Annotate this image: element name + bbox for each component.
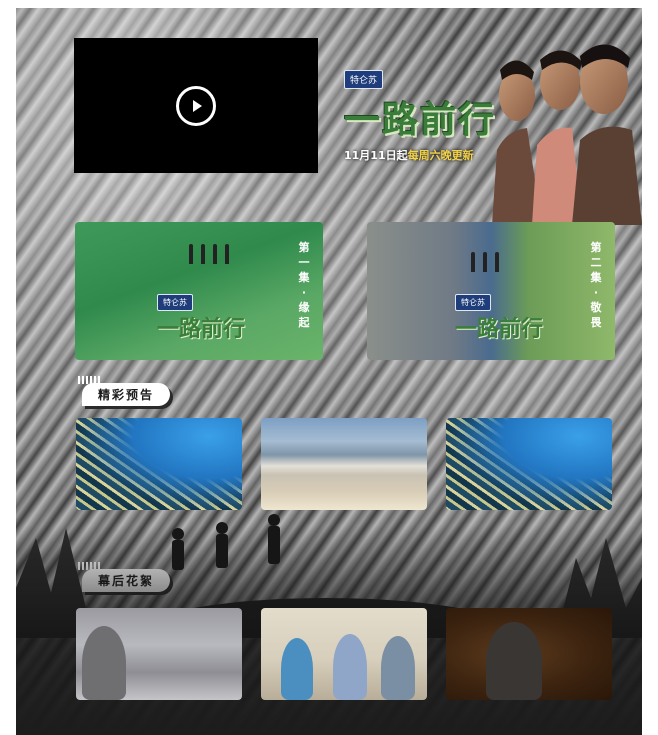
update-schedule: 11月11日起每周六晚更新: [344, 147, 496, 163]
cast-photo: [492, 44, 642, 225]
play-icon: [193, 99, 202, 112]
behind-scenes-section-label: 幕后花絮: [78, 562, 171, 592]
episode-title: 第一集·缘起: [298, 241, 310, 329]
decor-dots: [78, 562, 100, 570]
behind-thumbnail-1[interactable]: [76, 608, 242, 700]
hikers-illustration: [467, 252, 503, 276]
episode-show-title: 一路前行: [157, 317, 246, 342]
brand-badge: 特仑苏: [455, 294, 491, 311]
hikers-illustration: [185, 244, 233, 268]
episode-title: 第二集·敬畏: [590, 241, 602, 329]
episode-card-1[interactable]: 特仑苏 一路前行 第一集·缘起: [75, 222, 323, 360]
promo-page: 特仑苏 一路前行 11月11日起每周六晚更新 特仑苏 一路前行 第一集·缘起 特…: [16, 8, 642, 735]
trailers-section-label: 精彩预告: [78, 376, 171, 406]
update-frequency: 每周六晚更新: [407, 149, 474, 162]
trailer-thumbnail-2[interactable]: [261, 418, 427, 510]
play-button[interactable]: [176, 85, 216, 126]
episode-card-2[interactable]: 特仑苏 一路前行 第二集·敬畏: [367, 222, 615, 360]
trailers-heading: 精彩预告: [82, 382, 171, 406]
brand-badge: 特仑苏: [157, 294, 193, 311]
show-title: 一路前行: [344, 100, 497, 141]
behind-scenes-heading: 幕后花絮: [82, 568, 171, 592]
brand-badge: 特仑苏: [344, 70, 384, 89]
banner: 特仑苏 一路前行 11月11日起每周六晚更新: [316, 20, 642, 225]
person-figure: [82, 626, 126, 700]
video-player[interactable]: [74, 38, 318, 173]
person-figure: [333, 634, 367, 700]
trailer-thumbnail-3[interactable]: [446, 418, 612, 510]
episode-show-title: 一路前行: [455, 317, 544, 342]
update-date: 11月11日起: [344, 149, 408, 162]
episode-logo: 特仑苏 一路前行: [455, 290, 543, 343]
person-figure: [281, 638, 313, 700]
episode-logo: 特仑苏 一路前行: [157, 290, 245, 343]
show-logo: 特仑苏 一路前行 11月11日起每周六晚更新: [344, 68, 496, 163]
person-figure: [486, 622, 542, 700]
behind-thumbnail-2[interactable]: [261, 608, 427, 700]
person-figure: [381, 636, 415, 700]
decor-dots: [78, 376, 100, 384]
behind-thumbnail-3[interactable]: [446, 608, 612, 700]
trailer-thumbnail-1[interactable]: [76, 418, 242, 510]
